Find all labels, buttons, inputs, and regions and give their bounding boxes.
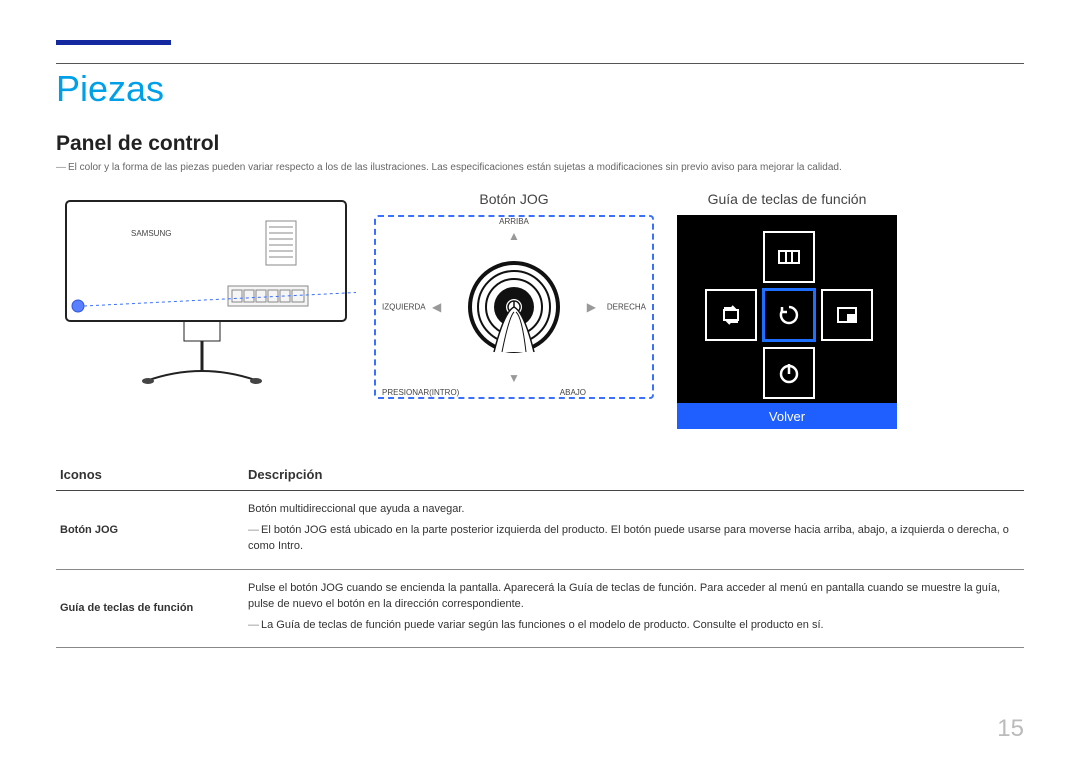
row-icon-label: Guía de teclas de función [56,569,244,648]
table-row: Guía de teclas de función Pulse el botón… [56,569,1024,648]
page-title: Piezas [56,68,1024,110]
row-desc-cell: Botón multidireccional que ayuda a naveg… [244,491,1024,570]
guide-button-right[interactable] [821,289,873,341]
guide-title: Guía de teclas de función [672,191,902,207]
jog-label-down: ABAJO [560,388,586,397]
return-label-bar: Volver [677,403,897,429]
guide-button-top[interactable] [763,231,815,283]
jog-label-press: PRESIONAR(INTRO) [382,388,459,397]
row-icon-label: Botón JOG [56,491,244,570]
return-arrow-icon [777,303,801,327]
accent-bar [56,40,171,45]
arrow-up-icon: ▲ [508,229,520,243]
page-number: 15 [997,715,1024,743]
guide-button-center-selected[interactable] [763,289,815,341]
jog-title: Botón JOG [374,191,654,207]
jog-label-left: IZQUIERDA [382,303,426,312]
guide-button-left[interactable] [705,289,757,341]
menu-grid-icon [777,245,801,269]
source-cycle-icon [719,303,743,327]
monitor-illustration: SAMSUNG [56,191,356,391]
function-key-guide-panel: Volver [677,215,897,429]
guide-button-bottom[interactable] [763,347,815,399]
jog-illustration-box: ARRIBA IZQUIERDA DERECHA ABAJO PRESIONAR… [374,215,654,399]
col-header-desc: Descripción [244,459,1024,491]
arrow-right-icon: ▶ [587,300,596,314]
jog-button-icon [464,257,564,357]
col-header-icons: Iconos [56,459,244,491]
section-subtitle: Panel de control [56,132,1024,156]
monitor-brand-label: SAMSUNG [131,229,171,238]
jog-label-up: ARRIBA [499,217,529,226]
row-desc-cell: Pulse el botón JOG cuando se encienda la… [244,569,1024,648]
note-text: ―El color y la forma de las piezas puede… [56,162,1024,173]
table-row: Botón JOG Botón multidireccional que ayu… [56,491,1024,570]
pip-icon [835,303,859,327]
arrow-down-icon: ▼ [508,371,520,385]
power-icon [776,360,802,386]
description-table: Iconos Descripción Botón JOG Botón multi… [56,459,1024,648]
divider-top [56,63,1024,64]
jog-label-right: DERECHA [607,303,646,312]
arrow-left-icon: ◀ [432,300,441,314]
